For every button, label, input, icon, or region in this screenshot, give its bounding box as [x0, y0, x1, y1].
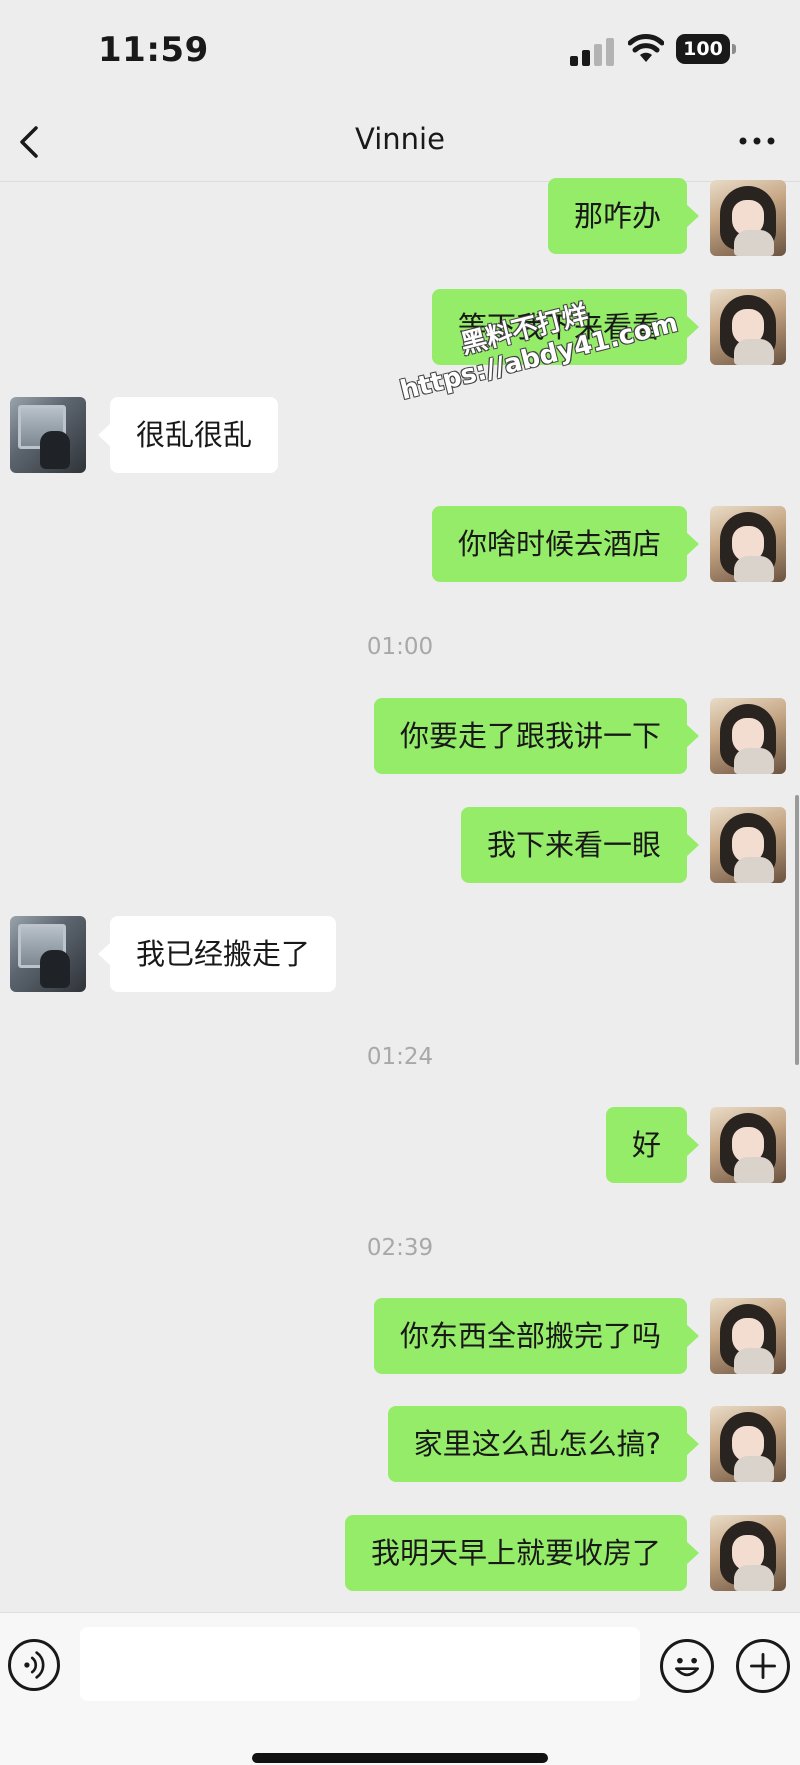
message-bubble-mine[interactable]: 你东西全部搬完了吗	[373, 1298, 700, 1374]
message-timestamp: 01:00	[366, 634, 434, 660]
voice-icon[interactable]	[8, 1639, 60, 1691]
scroll-indicator[interactable]	[795, 795, 799, 1065]
my-avatar[interactable]	[710, 289, 786, 365]
wifi-icon	[628, 34, 664, 62]
message-bubble-mine[interactable]: 好	[605, 1107, 700, 1183]
input-bar	[0, 1612, 800, 1765]
message-bubble-mine[interactable]: 我明天早上就要收房了	[344, 1515, 700, 1591]
emoji-icon[interactable]	[660, 1639, 714, 1693]
message-timestamp: 01:24	[366, 1044, 434, 1070]
message-bubble-mine[interactable]: 你要走了跟我讲一下	[373, 698, 700, 774]
battery-icon: 100	[676, 34, 736, 64]
battery-level: 100	[676, 34, 730, 64]
status-time: 11:59	[98, 30, 209, 70]
my-avatar[interactable]	[710, 1406, 786, 1482]
chat-title: Vinnie	[355, 122, 445, 156]
my-avatar[interactable]	[710, 698, 786, 774]
my-avatar[interactable]	[710, 506, 786, 582]
more-dots-icon[interactable]	[738, 126, 776, 156]
contact-avatar[interactable]	[10, 916, 86, 992]
my-avatar[interactable]	[710, 1107, 786, 1183]
message-input[interactable]	[80, 1627, 640, 1701]
status-bar: 11:59 100	[0, 0, 800, 100]
my-avatar[interactable]	[710, 1298, 786, 1374]
message-bubble-mine[interactable]: 家里这么乱怎么搞?	[387, 1406, 700, 1482]
message-bubble-mine[interactable]: 你啥时候去酒店	[431, 506, 700, 582]
message-bubble-mine[interactable]: 我下来看一眼	[460, 807, 700, 883]
my-avatar[interactable]	[710, 180, 786, 256]
home-indicator[interactable]	[252, 1753, 548, 1763]
cellular-signal-icon	[570, 36, 614, 66]
contact-avatar[interactable]	[10, 397, 86, 473]
message-timestamp: 02:39	[366, 1235, 434, 1261]
my-avatar[interactable]	[710, 807, 786, 883]
message-bubble-mine[interactable]: 那咋办	[547, 178, 700, 254]
message-bubble-contact[interactable]: 我已经搬走了	[97, 916, 337, 992]
chat-header: Vinnie	[0, 100, 800, 182]
my-avatar[interactable]	[710, 1515, 786, 1591]
message-bubble-contact[interactable]: 很乱很乱	[97, 397, 279, 473]
plus-icon[interactable]	[736, 1639, 790, 1693]
